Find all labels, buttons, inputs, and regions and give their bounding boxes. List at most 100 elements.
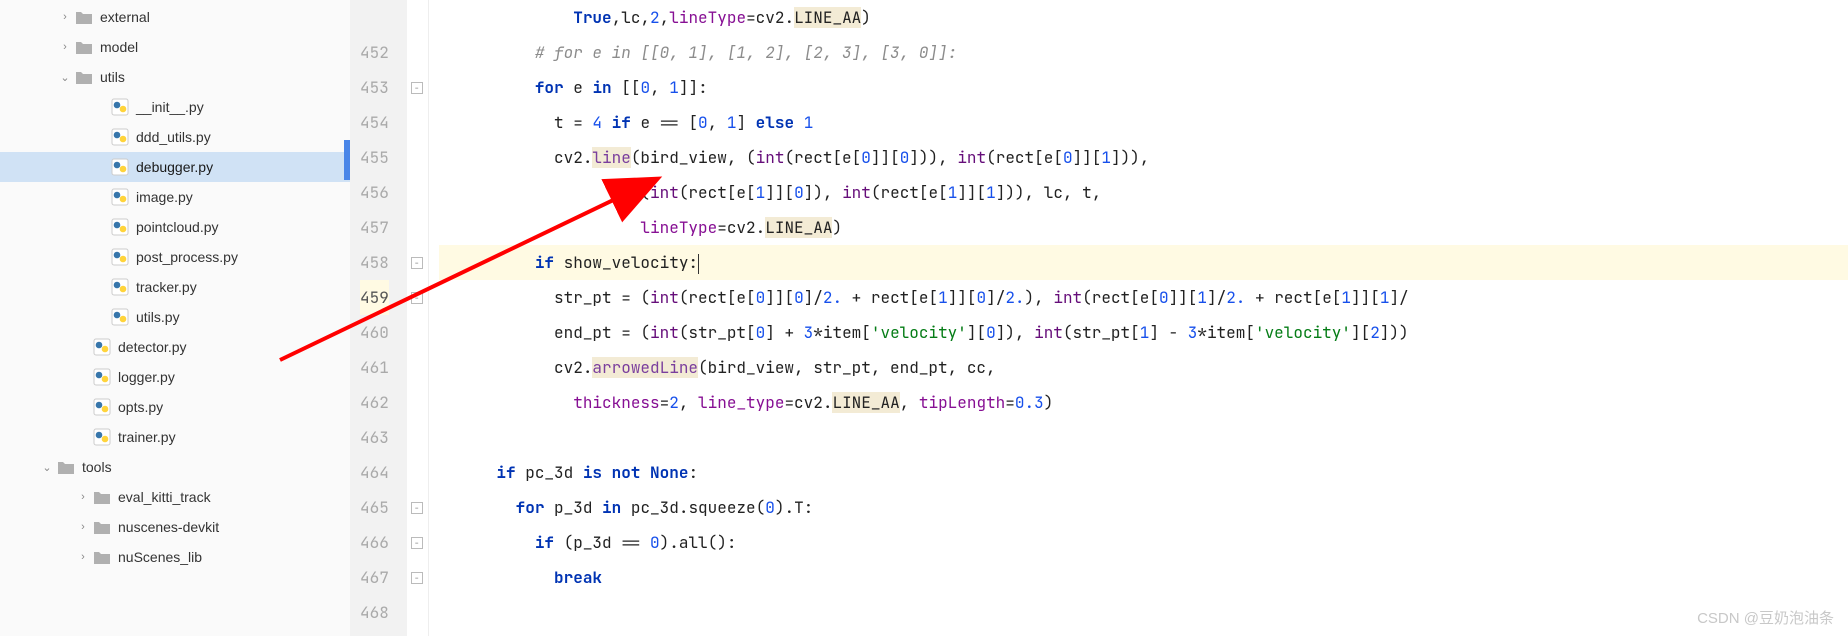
code-line[interactable]: True,lc,2,lineType=cv2.LINE_AA) bbox=[439, 0, 1848, 35]
python-file-icon bbox=[110, 128, 130, 146]
tree-item-label: debugger.py bbox=[136, 159, 213, 175]
code-line[interactable]: cv2.line(bird_view, (int(rect[e[0]][0]))… bbox=[439, 140, 1848, 175]
python-file-icon bbox=[110, 158, 130, 176]
line-number: 464 bbox=[360, 455, 389, 490]
line-number: 456 bbox=[360, 175, 389, 210]
folder-icon bbox=[74, 8, 94, 26]
python-file-icon bbox=[110, 188, 130, 206]
tree-item-ddd_utils-py[interactable]: ddd_utils.py bbox=[0, 122, 350, 152]
tree-item-post_process-py[interactable]: post_process.py bbox=[0, 242, 350, 272]
tree-item-label: utils.py bbox=[136, 309, 180, 325]
tree-item-debugger-py[interactable]: debugger.py bbox=[0, 152, 350, 182]
python-file-icon bbox=[110, 248, 130, 266]
python-file-icon bbox=[110, 218, 130, 236]
tree-item-label: logger.py bbox=[118, 369, 175, 385]
tree-item-model[interactable]: ›model bbox=[0, 32, 350, 62]
tree-item-label: detector.py bbox=[118, 339, 187, 355]
tree-item-label: post_process.py bbox=[136, 249, 238, 265]
code-line[interactable]: for p_3d in pc_3d.squeeze(0).T: bbox=[439, 490, 1848, 525]
python-file-icon bbox=[92, 368, 112, 386]
watermark: CSDN @豆奶泡油条 bbox=[1697, 607, 1834, 628]
code-line[interactable]: # for e in [[0, 1], [1, 2], [2, 3], [3, … bbox=[439, 35, 1848, 70]
tree-item-image-py[interactable]: image.py bbox=[0, 182, 350, 212]
line-number bbox=[360, 0, 389, 35]
python-file-icon bbox=[110, 308, 130, 326]
editor[interactable]: 4524534544554564574584594604614624634644… bbox=[350, 0, 1848, 636]
code-line[interactable] bbox=[439, 420, 1848, 455]
fold-toggle-icon[interactable]: − bbox=[411, 257, 423, 269]
tree-item-pointcloud-py[interactable]: pointcloud.py bbox=[0, 212, 350, 242]
tree-item-nuscenes-devkit[interactable]: › nuscenes-devkit bbox=[0, 512, 350, 542]
line-number: 458 bbox=[360, 245, 389, 280]
tree-item-trainer-py[interactable]: trainer.py bbox=[0, 422, 350, 452]
folder-icon bbox=[74, 38, 94, 56]
tree-item-utils[interactable]: ⌄ utils bbox=[0, 62, 350, 92]
folder-icon bbox=[92, 518, 112, 536]
line-number: 468 bbox=[360, 595, 389, 630]
code-line[interactable]: (int(rect[e[1]][0]), int(rect[e[1]][1]))… bbox=[439, 175, 1848, 210]
chevron-down-icon[interactable]: ⌄ bbox=[38, 461, 56, 474]
project-tree[interactable]: ›external›model ⌄ utils __init__.py ddd_util… bbox=[0, 0, 350, 636]
code-line[interactable]: thickness=2, line_type=cv2.LINE_AA, tipL… bbox=[439, 385, 1848, 420]
tree-item-label: image.py bbox=[136, 189, 193, 205]
code-line[interactable]: break bbox=[439, 560, 1848, 595]
fold-toggle-icon[interactable]: − bbox=[411, 82, 423, 94]
chevron-right-icon[interactable]: › bbox=[74, 521, 92, 533]
tree-item-eval_kitti_track[interactable]: › eval_kitti_track bbox=[0, 482, 350, 512]
fold-toggle-icon[interactable]: − bbox=[411, 537, 423, 549]
tree-item-opts-py[interactable]: opts.py bbox=[0, 392, 350, 422]
tree-item-logger-py[interactable]: logger.py bbox=[0, 362, 350, 392]
chevron-right-icon[interactable]: › bbox=[56, 41, 74, 53]
fold-gutter[interactable]: − − − − − − bbox=[407, 0, 429, 636]
line-number: 460 bbox=[360, 315, 389, 350]
chevron-right-icon[interactable]: › bbox=[74, 491, 92, 503]
line-number: 466 bbox=[360, 525, 389, 560]
code-content[interactable]: True,lc,2,lineType=cv2.LINE_AA) # for e … bbox=[429, 0, 1848, 636]
python-file-icon bbox=[92, 338, 112, 356]
tree-item-__init__-py[interactable]: __init__.py bbox=[0, 92, 350, 122]
fold-toggle-icon[interactable]: − bbox=[411, 572, 423, 584]
code-line[interactable]: str_pt = (int(rect[e[0]][0]/2. + rect[e[… bbox=[439, 280, 1848, 315]
code-line[interactable]: t = 4 if e == [0, 1] else 1 bbox=[439, 105, 1848, 140]
tree-item-tracker-py[interactable]: tracker.py bbox=[0, 272, 350, 302]
code-line[interactable]: if pc_3d is not None: bbox=[439, 455, 1848, 490]
python-file-icon bbox=[92, 428, 112, 446]
code-line[interactable]: if (p_3d == 0).all(): bbox=[439, 525, 1848, 560]
code-line[interactable]: for e in [[0, 1]]: bbox=[439, 70, 1848, 105]
line-number: 457 bbox=[360, 210, 389, 245]
line-number: 459 bbox=[360, 280, 389, 315]
tree-item-label: pointcloud.py bbox=[136, 219, 219, 235]
tree-item-label: nuScenes_lib bbox=[118, 549, 202, 565]
line-number: 452 bbox=[360, 35, 389, 70]
line-number: 454 bbox=[360, 105, 389, 140]
python-file-icon bbox=[110, 98, 130, 116]
folder-icon bbox=[56, 458, 76, 476]
tree-item-label: ddd_utils.py bbox=[136, 129, 211, 145]
tree-item-label: eval_kitti_track bbox=[118, 489, 211, 505]
chevron-right-icon[interactable]: › bbox=[56, 11, 74, 23]
tree-item-label: utils bbox=[100, 69, 125, 85]
tree-item-utils-py[interactable]: utils.py bbox=[0, 302, 350, 332]
python-file-icon bbox=[110, 278, 130, 296]
code-line[interactable]: lineType=cv2.LINE_AA) bbox=[439, 210, 1848, 245]
tree-item-tools[interactable]: ⌄tools bbox=[0, 452, 350, 482]
tree-item-label: __init__.py bbox=[136, 99, 204, 115]
tree-item-label: trainer.py bbox=[118, 429, 176, 445]
fold-toggle-icon[interactable]: − bbox=[411, 502, 423, 514]
tree-item-nuScenes_lib[interactable]: › nuScenes_lib bbox=[0, 542, 350, 572]
line-number: 455 bbox=[360, 140, 389, 175]
tree-item-label: tracker.py bbox=[136, 279, 197, 295]
code-line[interactable]: if show_velocity: bbox=[439, 245, 1848, 280]
line-number: 453 bbox=[360, 70, 389, 105]
line-number: 461 bbox=[360, 350, 389, 385]
tree-item-detector-py[interactable]: detector.py bbox=[0, 332, 350, 362]
chevron-down-icon[interactable]: ⌄ bbox=[56, 71, 74, 84]
fold-toggle-icon[interactable]: − bbox=[411, 292, 423, 304]
tree-item-external[interactable]: ›external bbox=[0, 2, 350, 32]
chevron-right-icon[interactable]: › bbox=[74, 551, 92, 563]
tree-item-label: opts.py bbox=[118, 399, 163, 415]
tree-item-label: nuscenes-devkit bbox=[118, 519, 219, 535]
code-line[interactable]: end_pt = (int(str_pt[0] + 3*item['veloci… bbox=[439, 315, 1848, 350]
caret bbox=[698, 254, 699, 274]
code-line[interactable]: cv2.arrowedLine(bird_view, str_pt, end_p… bbox=[439, 350, 1848, 385]
